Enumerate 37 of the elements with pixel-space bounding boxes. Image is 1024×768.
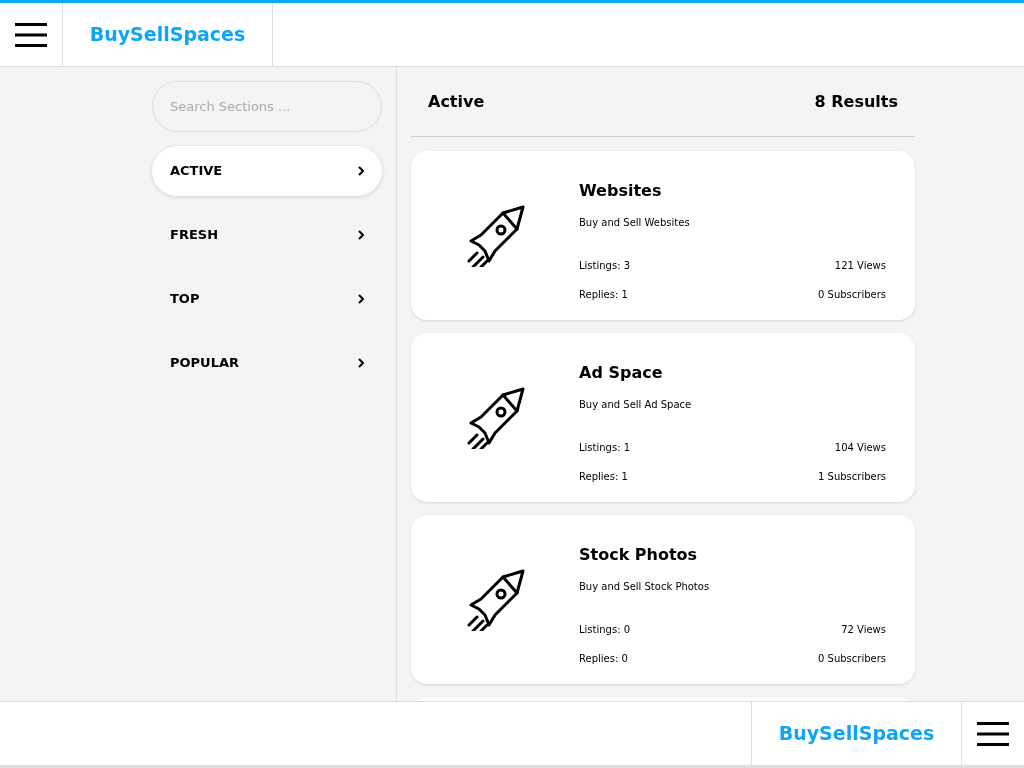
chevron-right-icon <box>358 294 364 304</box>
chevron-right-icon <box>358 230 364 240</box>
chevron-right-icon <box>358 358 364 368</box>
section-card[interactable]: Stock Photos Buy and Sell Stock Photos Listings: 0 72 Views Replies: 0 0 Subscribers <box>411 515 915 684</box>
views-count: 72 Views <box>841 623 886 637</box>
menu-icon[interactable] <box>15 21 47 48</box>
replies-count: Replies: 1 <box>579 470 628 484</box>
listings-count: Listings: 0 <box>579 623 631 637</box>
menu-icon[interactable] <box>977 720 1009 747</box>
views-count: 104 Views <box>834 441 886 455</box>
card-subtitle: Buy and Sell Stock Photos <box>579 580 711 594</box>
listings-count: Listings: 1 <box>579 441 631 455</box>
section-tab[interactable]: FRESH <box>152 210 382 260</box>
replies-count: Replies: 0 <box>579 652 628 666</box>
listings-count: Listings: 3 <box>579 259 631 273</box>
subscribers-count: 0 Subscribers <box>818 652 886 666</box>
chevron-right-icon <box>358 166 364 176</box>
section-tab[interactable]: TOP <box>152 274 382 324</box>
card-title: Ad Space <box>579 362 664 384</box>
section-card[interactable]: Ad Space Buy and Sell Ad Space Listings: 1 104 Views Replies: 1 1 Subscribers <box>411 333 915 502</box>
rocket-icon <box>465 204 525 267</box>
section-tab[interactable]: POPULAR <box>152 338 382 388</box>
section-card[interactable]: Websites Buy and Sell Websites Listings: 3 121 Views Replies: 1 0 Subscribers <box>411 151 915 320</box>
search-field[interactable]: Search Sections ... <box>152 81 382 132</box>
card-title: Stock Photos <box>579 544 699 566</box>
replies-count: Replies: 1 <box>579 288 628 302</box>
rocket-icon <box>465 568 525 631</box>
card-subtitle: Buy and Sell Ad Space <box>579 398 693 412</box>
rocket-icon <box>465 386 525 449</box>
subscribers-count: 0 Subscribers <box>818 288 886 302</box>
subscribers-count: 1 Subscribers <box>818 470 886 484</box>
views-count: 121 Views <box>834 259 886 273</box>
card-subtitle: Buy and Sell Websites <box>579 216 691 230</box>
section-tab[interactable]: ACTIVE <box>152 146 382 196</box>
results-count: 8 Results <box>814 90 898 113</box>
results-heading: Active <box>428 90 485 113</box>
card-title: Websites <box>579 180 663 202</box>
